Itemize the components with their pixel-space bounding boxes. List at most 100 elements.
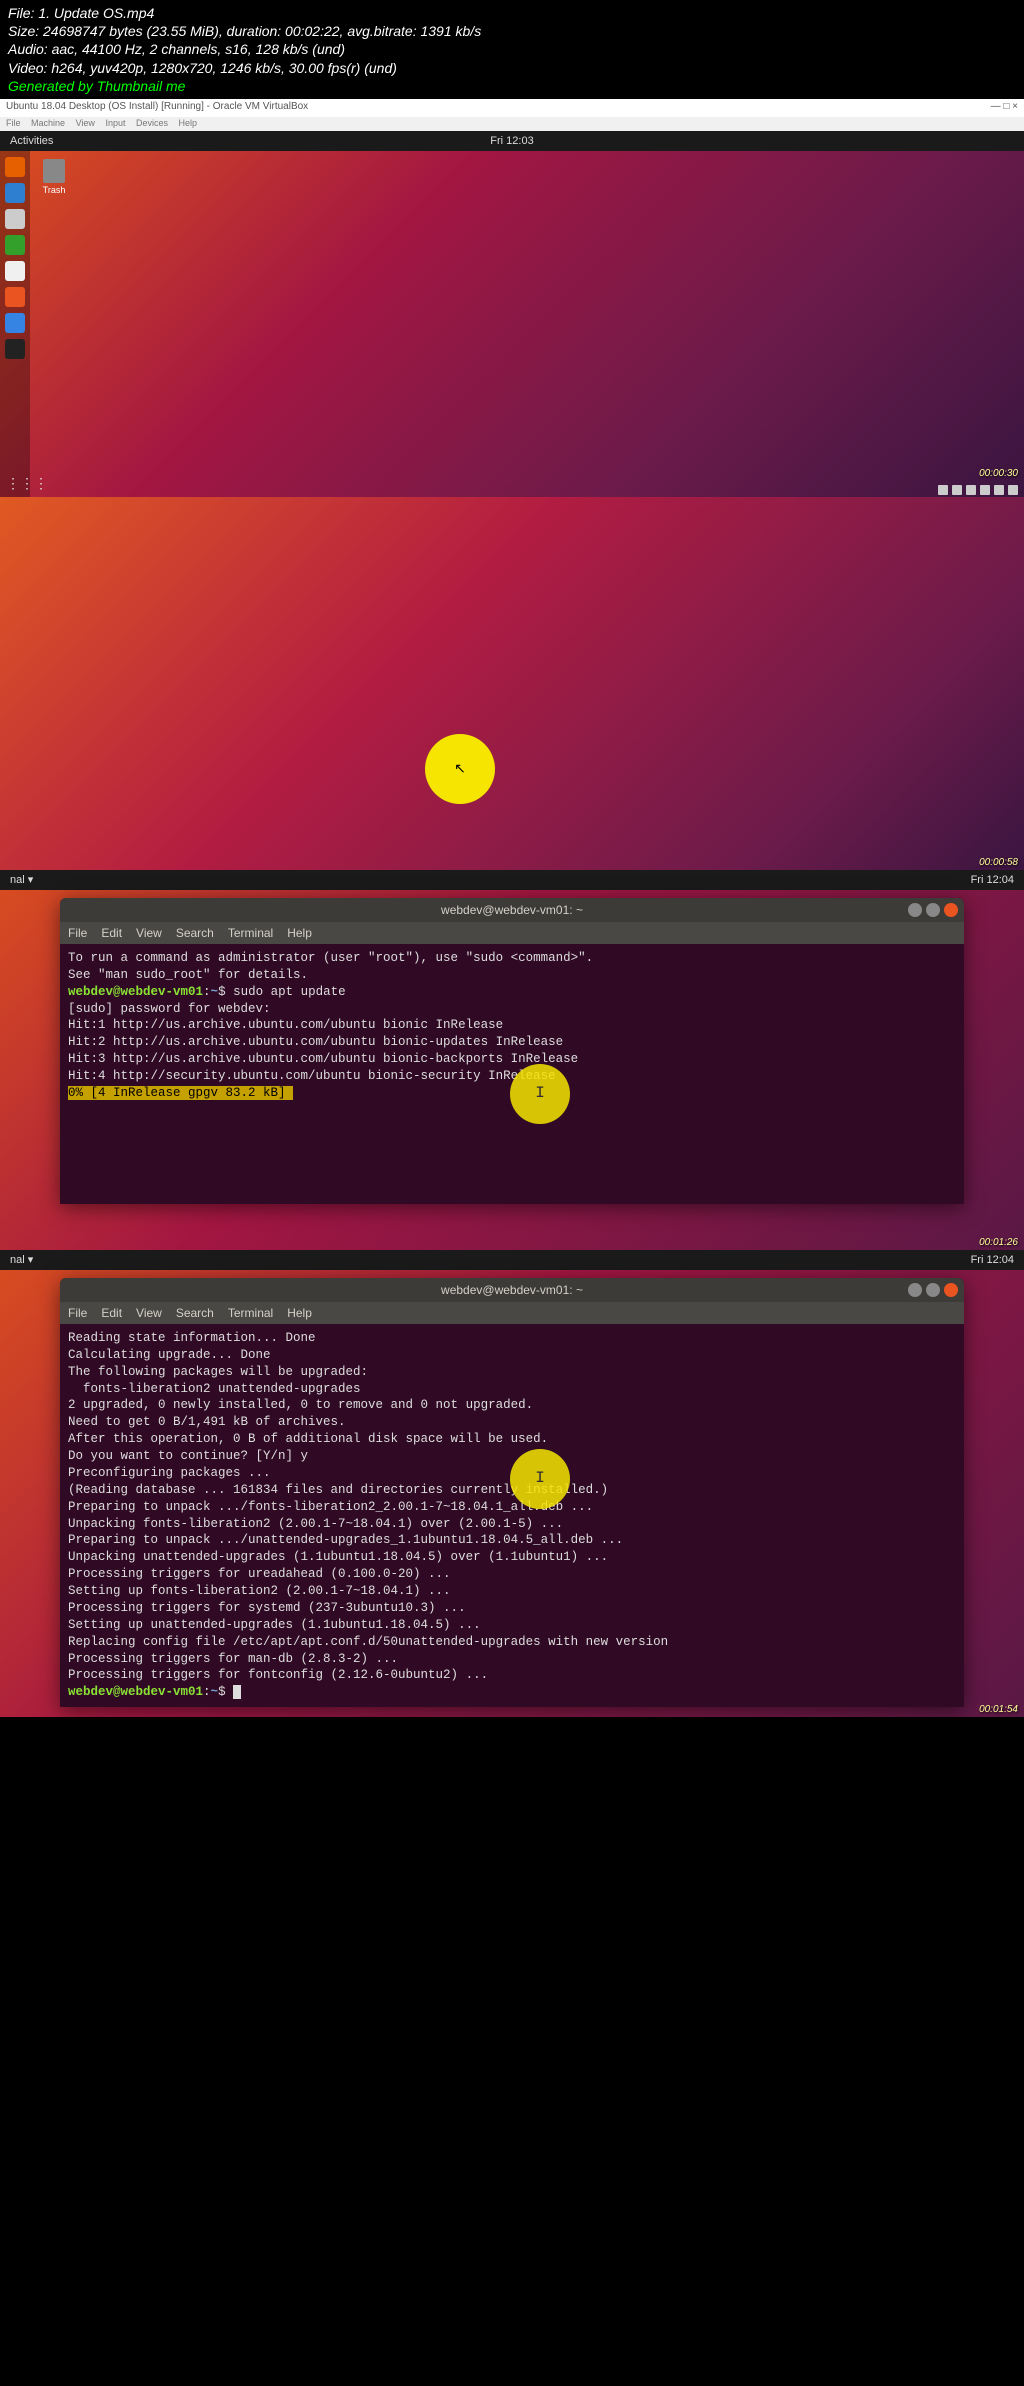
timestamp-label: 00:01:54: [979, 1704, 1018, 1715]
term-line: Hit:2 http://us.archive.ubuntu.com/ubunt…: [68, 1034, 956, 1051]
vm-window-controls[interactable]: — □ ×: [991, 101, 1018, 115]
prompt-suffix: $: [218, 1685, 233, 1699]
term-line: Calculating upgrade... Done: [68, 1347, 956, 1364]
status-icon: [938, 485, 948, 495]
timestamp-label: 00:00:58: [979, 857, 1018, 868]
minimize-button[interactable]: [908, 1283, 922, 1297]
term-command: sudo apt update: [233, 985, 346, 999]
dock-software-icon[interactable]: [5, 287, 25, 307]
prompt-suffix: $: [218, 985, 233, 999]
clock-label[interactable]: Fri 12:04: [971, 1254, 1014, 1266]
maximize-button[interactable]: [926, 903, 940, 917]
metadata-header: File: 1. Update OS.mp4 Size: 24698747 by…: [0, 0, 1024, 99]
term-menu-help[interactable]: Help: [287, 1306, 312, 1320]
dock-help-icon[interactable]: [5, 313, 25, 333]
term-menu-terminal[interactable]: Terminal: [228, 926, 273, 940]
prompt-path: ~: [211, 1685, 219, 1699]
term-menu-search[interactable]: Search: [176, 1306, 214, 1320]
term-line: Hit:3 http://us.archive.ubuntu.com/ubunt…: [68, 1051, 956, 1068]
close-button[interactable]: [944, 903, 958, 917]
desktop-area: Trash 00:00:30 ⋮⋮⋮: [0, 151, 1024, 497]
status-icon: [966, 485, 976, 495]
vm-menu-file[interactable]: File: [6, 118, 21, 128]
cursor-ibeam-icon: I: [535, 1083, 545, 1105]
term-line: fonts-liberation2 unattended-upgrades: [68, 1381, 956, 1398]
vm-menubar[interactable]: File Machine View Input Devices Help: [0, 117, 1024, 131]
term-menu-edit[interactable]: Edit: [101, 926, 122, 940]
term-line: Setting up unattended-upgrades (1.1ubunt…: [68, 1617, 956, 1634]
dock-files-icon[interactable]: [5, 209, 25, 229]
dock-thunderbird-icon[interactable]: [5, 183, 25, 203]
window-controls: [908, 903, 958, 917]
frame-3: nal ▾ Fri 12:04 webdev@webdev-vm01: ~ Fi…: [0, 870, 1024, 1250]
dock-rhythmbox-icon[interactable]: [5, 235, 25, 255]
terminal-titlebar[interactable]: webdev@webdev-vm01: ~: [60, 1278, 964, 1302]
window-controls: [908, 1283, 958, 1297]
term-prompt-line: webdev@webdev-vm01:~$ sudo apt update: [68, 984, 956, 1001]
term-line: To run a command as administrator (user …: [68, 950, 956, 967]
terminal-app-indicator[interactable]: nal ▾: [10, 1253, 33, 1266]
status-icon: [1008, 485, 1018, 495]
status-icon: [980, 485, 990, 495]
term-line: After this operation, 0 B of additional …: [68, 1431, 956, 1448]
cursor-highlight: ↖: [425, 734, 495, 804]
term-menu-file[interactable]: File: [68, 926, 87, 940]
cursor-arrow-icon: ↖: [454, 760, 466, 777]
term-line: Setting up fonts-liberation2 (2.00.1-7~1…: [68, 1583, 956, 1600]
activities-button[interactable]: Activities: [10, 135, 53, 147]
vm-menu-help[interactable]: Help: [179, 118, 198, 128]
vm-statusbar: [938, 485, 1018, 495]
term-line: Need to get 0 B/1,491 kB of archives.: [68, 1414, 956, 1431]
timestamp-label: 00:00:30: [979, 468, 1018, 479]
term-line: Processing triggers for systemd (237-3ub…: [68, 1600, 956, 1617]
gnome-topbar: Activities Fri 12:03: [0, 131, 1024, 151]
terminal-body[interactable]: To run a command as administrator (user …: [60, 944, 964, 1204]
minimize-button[interactable]: [908, 903, 922, 917]
term-menu-help[interactable]: Help: [287, 926, 312, 940]
term-line: See "man sudo_root" for details.: [68, 967, 956, 984]
terminal-titlebar[interactable]: webdev@webdev-vm01: ~: [60, 898, 964, 922]
terminal-body[interactable]: Reading state information... Done Calcul…: [60, 1324, 964, 1707]
show-apps-icon[interactable]: ⋮⋮⋮: [6, 475, 24, 493]
terminal-app-indicator[interactable]: nal ▾: [10, 873, 33, 886]
dock-firefox-icon[interactable]: [5, 157, 25, 177]
prompt-user: webdev@webdev-vm01: [68, 1685, 203, 1699]
frame-4: nal ▾ Fri 12:04 webdev@webdev-vm01: ~ Fi…: [0, 1250, 1024, 1717]
file-line: File: 1. Update OS.mp4: [8, 4, 1016, 22]
term-menu-terminal[interactable]: Terminal: [228, 1306, 273, 1320]
trash-bin-icon: [43, 159, 65, 183]
vm-menu-view[interactable]: View: [76, 118, 95, 128]
status-icon: [994, 485, 1004, 495]
cursor-block: [233, 1685, 241, 1699]
term-menu-view[interactable]: View: [136, 926, 162, 940]
desktop-body[interactable]: Trash 00:00:30: [30, 151, 1024, 497]
term-menu-edit[interactable]: Edit: [101, 1306, 122, 1320]
vm-menu-devices[interactable]: Devices: [136, 118, 168, 128]
cursor-highlight: I: [510, 1449, 570, 1509]
vm-titlebar[interactable]: Ubuntu 18.04 Desktop (OS Install) [Runni…: [0, 99, 1024, 117]
vm-menu-machine[interactable]: Machine: [31, 118, 65, 128]
vm-title: Ubuntu 18.04 Desktop (OS Install) [Runni…: [6, 101, 308, 115]
maximize-button[interactable]: [926, 1283, 940, 1297]
clock-label[interactable]: Fri 12:03: [490, 135, 533, 147]
term-line: Do you want to continue? [Y/n] y: [68, 1448, 956, 1465]
cursor-block: [286, 1086, 294, 1100]
vm-menu-input[interactable]: Input: [105, 118, 125, 128]
term-line: Replacing config file /etc/apt/apt.conf.…: [68, 1634, 956, 1651]
term-menu-search[interactable]: Search: [176, 926, 214, 940]
dock-writer-icon[interactable]: [5, 261, 25, 281]
terminal-window: webdev@webdev-vm01: ~ File Edit View Sea…: [60, 1278, 964, 1707]
dock: [0, 151, 30, 497]
cursor-highlight: I: [510, 1064, 570, 1124]
term-menu-view[interactable]: View: [136, 1306, 162, 1320]
term-menu-file[interactable]: File: [68, 1306, 87, 1320]
clock-label[interactable]: Fri 12:04: [971, 874, 1014, 886]
close-button[interactable]: [944, 1283, 958, 1297]
terminal-menubar: File Edit View Search Terminal Help: [60, 922, 964, 944]
term-line: [sudo] password for webdev:: [68, 1001, 956, 1018]
terminal-menubar: File Edit View Search Terminal Help: [60, 1302, 964, 1324]
trash-icon[interactable]: Trash: [40, 159, 68, 195]
prompt-user: webdev@webdev-vm01: [68, 985, 203, 999]
dock-amazon-icon[interactable]: [5, 339, 25, 359]
cursor-ibeam-icon: I: [535, 1468, 545, 1490]
